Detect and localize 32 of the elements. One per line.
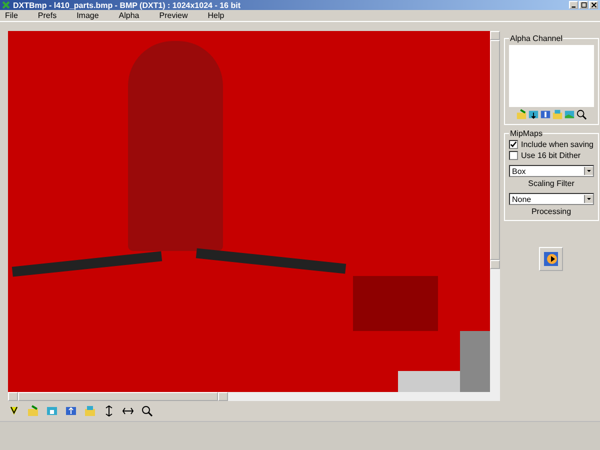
menu-item[interactable]: Preview [157, 11, 196, 20]
checkbox[interactable] [509, 140, 518, 149]
group-title: MipMaps [509, 129, 544, 138]
toolbar-icon[interactable] [8, 405, 20, 417]
minimize-button[interactable] [569, 1, 578, 9]
close-button[interactable] [589, 1, 598, 9]
dropdown-label: Scaling Filter [527, 179, 576, 188]
checkbox[interactable] [509, 151, 518, 160]
close-icon [590, 2, 596, 8]
horizontal-arrows-icon[interactable] [122, 405, 134, 417]
folder-icon[interactable] [27, 405, 39, 417]
image-icon[interactable] [528, 109, 539, 120]
search-icon[interactable] [576, 109, 587, 120]
checkbox-label: Include when saving [521, 140, 594, 149]
menu-item[interactable]: Help [206, 11, 232, 20]
maximize-icon [580, 2, 586, 8]
search-icon[interactable] [141, 405, 153, 417]
menu-item[interactable]: File [3, 11, 26, 20]
maximize-button[interactable] [579, 1, 588, 9]
menu-item[interactable]: Prefs [36, 11, 65, 20]
group-title: Alpha Channel [509, 34, 564, 43]
checkbox-label: Use 16 bit Dither [521, 151, 581, 160]
menu-item[interactable]: Alpha [116, 11, 148, 20]
check-icon [510, 141, 517, 148]
processing-dropdown[interactable]: None [509, 193, 594, 205]
app-icon [2, 1, 10, 9]
vertical-arrows-icon[interactable] [103, 405, 115, 417]
window-title: DXTBmp - l410_parts.bmp - BMP (DXT1) : 1024x1024 - 16 bit [13, 0, 240, 10]
menu-item[interactable]: Image [74, 11, 107, 20]
scaling-filter-dropdown[interactable]: Box [509, 165, 594, 177]
preview-button[interactable] [539, 247, 564, 271]
dropdown-label: Processing [530, 207, 572, 216]
